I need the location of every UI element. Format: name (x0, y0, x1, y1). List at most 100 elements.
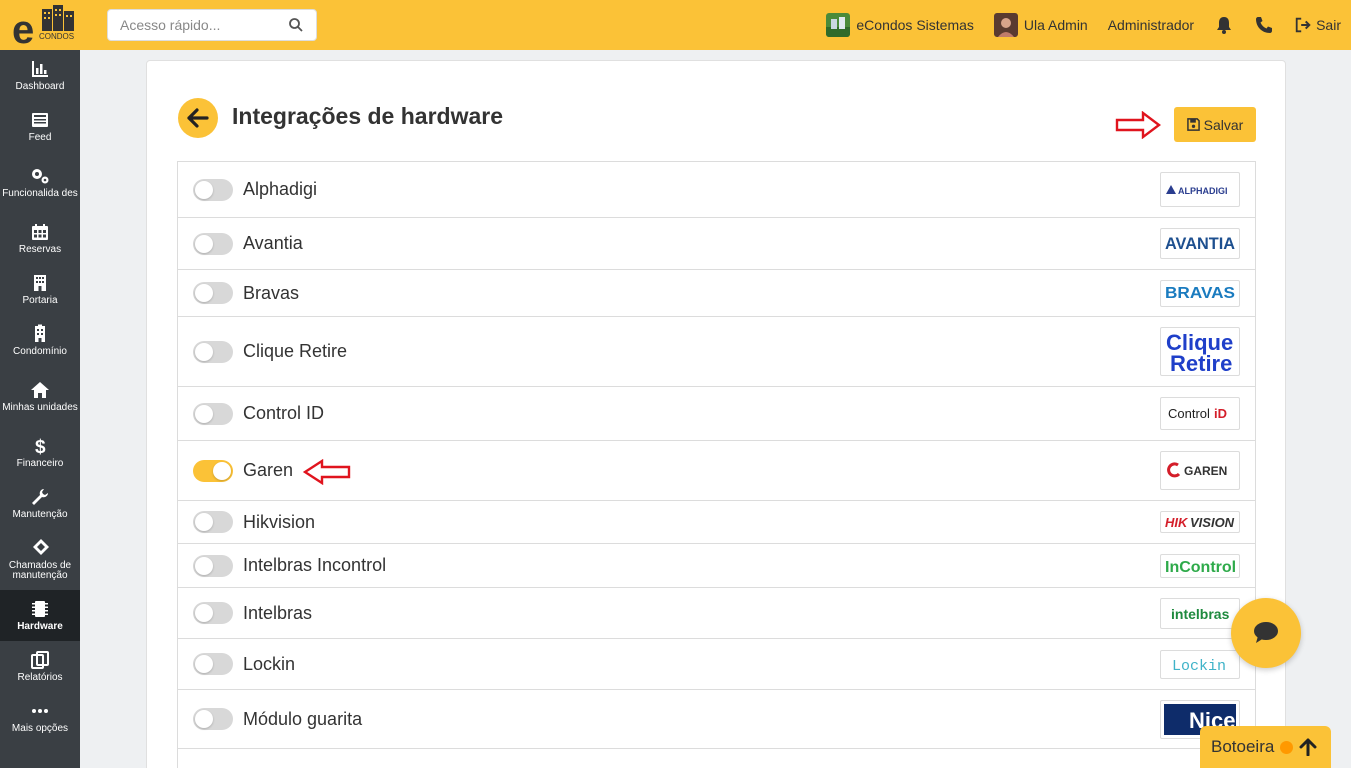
integrations-list: Alphadigi ALPHADIGI Avantia AVANTIA Brav… (177, 161, 1256, 768)
sidebar-item-reservas[interactable]: Reservas (0, 213, 80, 264)
toggle-alphadigi[interactable] (193, 178, 233, 201)
condo-photo-icon (826, 13, 851, 37)
sidebar-item-minhas-unidades[interactable]: Minhas unidades (0, 366, 80, 427)
quick-search-input[interactable] (120, 17, 288, 33)
integration-name: Garen (243, 460, 294, 480)
toggle-hikvision[interactable] (193, 511, 233, 533)
home-icon (31, 382, 49, 398)
integration-name: Lockin (243, 653, 296, 674)
sidebar-item-dashboard[interactable]: Dashboard (0, 50, 80, 101)
sidebar-item-relatorios[interactable]: Relatórios (0, 641, 80, 692)
integration-row-clique-retire: Clique Retire Clique Retire (178, 317, 1255, 387)
back-button[interactable] (178, 98, 218, 138)
quick-search[interactable] (107, 9, 317, 41)
copy-report-icon (31, 651, 49, 669)
toggle-control-id[interactable] (193, 402, 233, 425)
integration-row-intelbras-incontrol: Intelbras Incontrol InControl (178, 544, 1255, 588)
clique-retire-logo-icon: Clique Retire (1166, 330, 1233, 375)
newspaper-icon (32, 113, 48, 127)
status-dot (1280, 740, 1294, 754)
annotation-arrow-right-icon (1115, 111, 1161, 139)
integration-row-garen: Garen GAREN (178, 441, 1255, 501)
sidebar-item-chamados[interactable]: Chamados de manutenção (0, 529, 80, 590)
hikvision-logo-icon: HIK VISION (1165, 515, 1235, 530)
apartment-icon (35, 324, 45, 342)
integration-name: Hikvision (243, 511, 316, 532)
sidebar-item-label: Dashboard (15, 81, 65, 92)
brand-logo-clique-retire: Clique Retire (1160, 327, 1240, 376)
gears-icon (32, 169, 49, 184)
svg-text:InControl: InControl (1165, 559, 1236, 576)
save-button[interactable]: Salvar (1174, 107, 1256, 142)
sidebar-item-portaria[interactable]: Portaria (0, 264, 80, 315)
phone-button[interactable] (1254, 15, 1274, 35)
toggle-clique-retire[interactable] (193, 340, 233, 363)
svg-text:AVANTIA: AVANTIA (1165, 234, 1235, 253)
user-menu[interactable]: Ula Admin (993, 13, 1088, 37)
brand-logo-alphadigi: ALPHADIGI (1160, 172, 1240, 207)
svg-text:HIK: HIK (1165, 515, 1189, 530)
svg-text:$: $ (35, 437, 46, 456)
garen-logo-icon: GAREN (1167, 462, 1227, 478)
notifications-button[interactable] (1214, 15, 1234, 35)
sidebar-item-condominio[interactable]: Condomínio (0, 315, 80, 366)
logout-button[interactable]: Sair (1294, 16, 1341, 34)
integration-name: Bravas (243, 282, 300, 303)
lockin-logo-icon: Lockin (1172, 658, 1226, 675)
sidebar-item-hardware[interactable]: Hardware (0, 590, 80, 641)
search-icon[interactable] (288, 17, 304, 33)
sidebar-item-manutencao[interactable]: Manutenção (0, 478, 80, 529)
user-avatar (993, 13, 1018, 37)
sidebar-item-label: Financeiro (16, 458, 64, 469)
toggle-lockin[interactable] (193, 653, 233, 675)
brand-logo-bravas: BRAVAS (1160, 279, 1240, 307)
brand-logo-avantia: AVANTIA (1160, 228, 1240, 259)
sidebar-item-label: Relatórios (17, 672, 63, 683)
sidebar-item-label: Manutenção (12, 509, 68, 520)
arrow-left-icon (187, 108, 209, 128)
brand-logo-control-id: Control iD (1160, 397, 1240, 430)
sidebar-item-feed[interactable]: Feed (0, 101, 80, 152)
brand-logo-hikvision: HIK VISION (1160, 511, 1240, 533)
sidebar-item-label: Minhas unidades (2, 402, 78, 413)
integration-row-lockin: Lockin Lockin (178, 639, 1255, 690)
svg-text:ALPHADIGI: ALPHADIGI (1178, 186, 1228, 196)
econdos-logo[interactable]: e CONDOS (12, 3, 78, 52)
condo-selector[interactable]: eCondos Sistemas (826, 13, 974, 37)
sidebar-item-funcionalidades[interactable]: Funcionalida des (0, 152, 80, 213)
arrow-up-icon (1299, 738, 1317, 756)
svg-text:CONDOS: CONDOS (39, 32, 74, 41)
role-label[interactable]: Administrador (1108, 17, 1194, 33)
bell-icon (1217, 17, 1232, 34)
integration-row-modulo-guarita: Módulo guarita Nice (178, 690, 1255, 749)
toggle-intelbras-incontrol[interactable] (193, 554, 233, 577)
svg-text:GAREN: GAREN (1184, 464, 1227, 478)
building-icon (34, 275, 46, 291)
incontrol-logo-icon: InControl (1165, 559, 1236, 576)
botoeira-panel-toggle[interactable]: Botoeira (1200, 726, 1331, 768)
toggle-intelbras[interactable] (193, 602, 233, 624)
svg-text:e: e (12, 8, 34, 47)
chat-button[interactable] (1231, 598, 1301, 668)
svg-text:iD: iD (1214, 406, 1227, 421)
integration-row-bravas: Bravas BRAVAS (178, 270, 1255, 317)
toggle-garen[interactable] (193, 459, 233, 482)
toggle-avantia[interactable] (193, 232, 233, 255)
save-label: Salvar (1203, 116, 1244, 133)
svg-text:Retire: Retire (1170, 351, 1232, 375)
floppy-disk-icon (1186, 118, 1200, 131)
brand-logo-garen: GAREN (1160, 451, 1240, 490)
svg-text:Lockin: Lockin (1172, 658, 1226, 675)
brand-logo-lockin: Lockin (1160, 649, 1240, 679)
sidebar-item-financeiro[interactable]: $ Financeiro (0, 427, 80, 478)
user-name: Ula Admin (1023, 17, 1088, 33)
toggle-modulo-guarita[interactable] (193, 708, 233, 730)
sidebar-item-label: Condomínio (13, 346, 67, 357)
toggle-bravas[interactable] (193, 282, 233, 304)
integration-name: Intelbras (243, 602, 313, 623)
sidebar-item-mais-opcoes[interactable]: Mais opções (0, 692, 80, 743)
logout-label: Sair (1316, 17, 1341, 33)
chat-bubble-icon (1254, 622, 1278, 643)
sidebar-item-label: Feed (28, 132, 52, 143)
integration-row-hikvision: Hikvision HIK VISION (178, 501, 1255, 544)
